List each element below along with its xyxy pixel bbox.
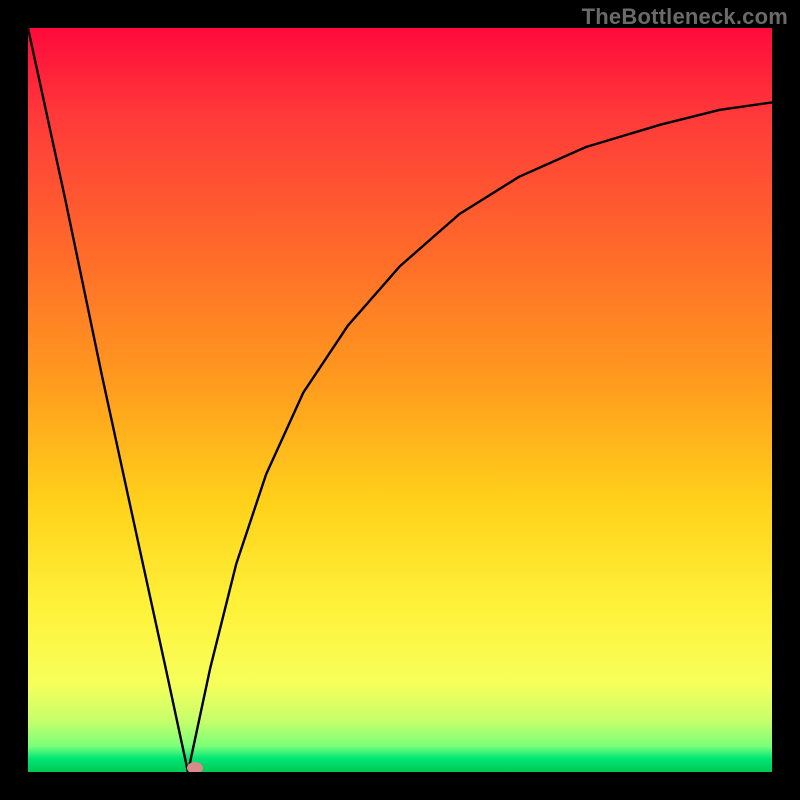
optimal-point-marker bbox=[187, 762, 203, 772]
plot-area bbox=[28, 28, 772, 772]
bottleneck-curve bbox=[28, 28, 772, 772]
chart-frame: TheBottleneck.com bbox=[0, 0, 800, 800]
watermark-text: TheBottleneck.com bbox=[582, 4, 788, 30]
